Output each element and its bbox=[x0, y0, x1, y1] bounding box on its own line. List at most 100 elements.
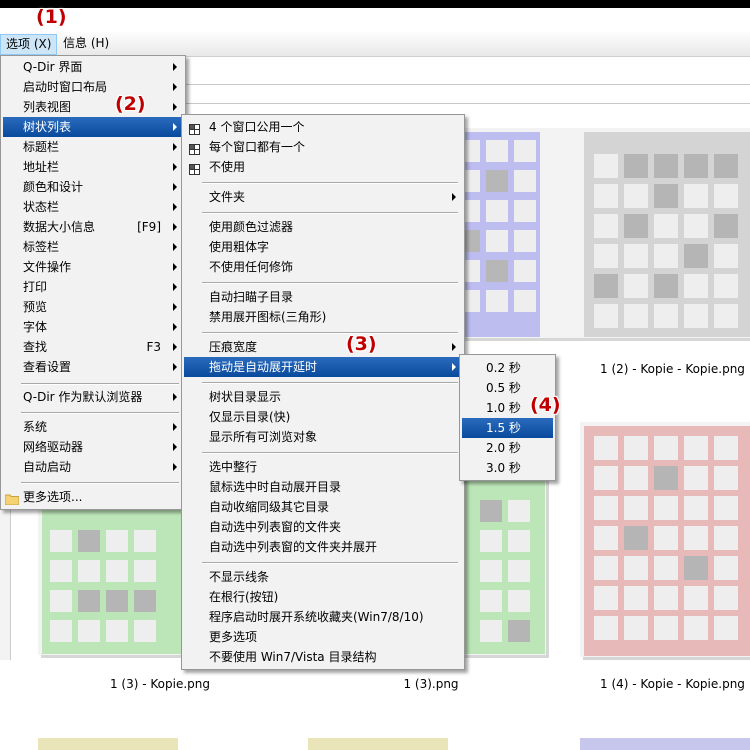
tree-menu-item-3[interactable]: 文件夹 bbox=[184, 187, 462, 207]
menu-item-label: 地址栏 bbox=[23, 160, 60, 174]
options-menu-item-14[interactable]: 查找 F3 bbox=[3, 337, 183, 357]
tree-menu-item-13[interactable]: 显示所有可浏览对象 bbox=[184, 427, 462, 447]
tree-menu-item-8[interactable]: 禁用展开图标(三角形) bbox=[184, 307, 462, 327]
menu-item-label: 程序启动时展开系统收藏夹(Win7/8/10) bbox=[209, 610, 424, 624]
tree-menu-item-20[interactable]: 在根行(按钮) bbox=[184, 587, 462, 607]
tree-menu-item-15[interactable]: 鼠标选中时自动展开目录 bbox=[184, 477, 462, 497]
folder-icon bbox=[4, 491, 20, 506]
menu-item-label: Q-Dir 界面 bbox=[23, 60, 83, 74]
annotation-2: (2) bbox=[115, 93, 146, 115]
submenu-arrow-icon bbox=[173, 63, 177, 71]
tree-menu-item-10[interactable]: 拖动是自动展开延时 bbox=[184, 357, 462, 377]
thumbnail-red[interactable] bbox=[580, 422, 750, 657]
menu-separator bbox=[202, 452, 458, 454]
tree-menu-item-1[interactable]: 每个窗口都有一个 bbox=[184, 137, 462, 157]
menu-item-label: 使用颜色过滤器 bbox=[209, 220, 294, 234]
menu-item-label: 标签栏 bbox=[23, 240, 60, 254]
tree-menu-item-7[interactable]: 自动扫瞄子目录 bbox=[184, 287, 462, 307]
shortcut-label: F3 bbox=[146, 340, 161, 354]
thumbnail-partial[interactable] bbox=[580, 738, 750, 750]
tree-menu-item-12[interactable]: 仅显示目录(快) bbox=[184, 407, 462, 427]
tree-menu-item-19[interactable]: 不显示线条 bbox=[184, 567, 462, 587]
options-menu-item-3[interactable]: 树状列表 bbox=[3, 117, 183, 137]
options-menu-item-12[interactable]: 预览 bbox=[3, 297, 183, 317]
file-caption: 1 (2) - Kopie - Kopie.png bbox=[600, 362, 745, 376]
options-menu-item-0[interactable]: Q-Dir 界面 bbox=[3, 57, 183, 77]
menu-item-label: 禁用展开图标(三角形) bbox=[209, 310, 327, 324]
tree-menu-item-14[interactable]: 选中整行 bbox=[184, 457, 462, 477]
grid-icon bbox=[189, 161, 200, 175]
tree-menu-item-0[interactable]: 4 个窗口公用一个 bbox=[184, 117, 462, 137]
options-menu-item-13[interactable]: 字体 bbox=[3, 317, 183, 337]
submenu-arrow-icon bbox=[173, 303, 177, 311]
options-menu-item-9[interactable]: 标签栏 bbox=[3, 237, 183, 257]
address-bar[interactable] bbox=[180, 84, 750, 104]
delay-menu-item-3[interactable]: 1.5 秒 bbox=[462, 418, 553, 438]
tree-menu-item-2[interactable]: 不使用 bbox=[184, 157, 462, 177]
submenu-arrow-icon bbox=[173, 143, 177, 151]
tree-menu-item-5[interactable]: 使用粗体字 bbox=[184, 237, 462, 257]
thumbnail-blue[interactable] bbox=[446, 128, 592, 338]
menu-item-label: 查看设置 bbox=[23, 360, 72, 374]
submenu-arrow-icon bbox=[452, 363, 456, 371]
menu-item-label: 自动选中列表窗的文件夹并展开 bbox=[209, 540, 378, 554]
options-menu-item-10[interactable]: 文件操作 bbox=[3, 257, 183, 277]
tree-menu-item-21[interactable]: 程序启动时展开系统收藏夹(Win7/8/10) bbox=[184, 607, 462, 627]
submenu-arrow-icon bbox=[173, 263, 177, 271]
options-menu-item-20[interactable]: 更多选项... bbox=[3, 487, 183, 507]
tree-menu-item-6[interactable]: 不使用任何修饰 bbox=[184, 257, 462, 277]
options-menu-item-6[interactable]: 颜色和设计 bbox=[3, 177, 183, 197]
tree-menu-item-17[interactable]: 自动选中列表窗的文件夹 bbox=[184, 517, 462, 537]
menu-item-label: 数据大小信息 bbox=[23, 220, 96, 234]
tree-menu-item-16[interactable]: 自动收缩同级其它目录 bbox=[184, 497, 462, 517]
menu-item-label: 预览 bbox=[23, 300, 48, 314]
options-menu-item-17[interactable]: 系统 bbox=[3, 417, 183, 437]
delay-menu-item-4[interactable]: 2.0 秒 bbox=[462, 438, 553, 458]
options-menu-item-19[interactable]: 自动启动 bbox=[3, 457, 183, 477]
tree-list-submenu: 4 个窗口公用一个 每个窗口都有一个不使用文件夹使用颜色过滤器使用粗体字 不使用任何… bbox=[181, 114, 465, 670]
menu-item-label: 不要使用 Win7/Vista 目录结构 bbox=[209, 650, 377, 664]
menu-item-label: 更多选项 bbox=[209, 630, 258, 644]
submenu-arrow-icon bbox=[173, 283, 177, 291]
delay-menu-item-0[interactable]: 0.2 秒 bbox=[462, 358, 553, 378]
options-menu-item-4[interactable]: 标题栏 bbox=[3, 137, 183, 157]
thumbnail-gray[interactable] bbox=[580, 128, 750, 338]
menu-item-label: 自动选中列表窗的文件夹 bbox=[209, 520, 342, 534]
submenu-arrow-icon bbox=[452, 193, 456, 201]
options-menu-item-16[interactable]: Q-Dir 作为默认浏览器 bbox=[3, 387, 183, 407]
submenu-arrow-icon bbox=[452, 343, 456, 351]
menu-options[interactable]: 选项 (X) bbox=[0, 34, 58, 55]
submenu-arrow-icon bbox=[173, 183, 177, 191]
delay-menu-item-5[interactable]: 3.0 秒 bbox=[462, 458, 553, 478]
tree-menu-item-11[interactable]: 树状目录显示 bbox=[184, 387, 462, 407]
options-menu-item-5[interactable]: 地址栏 bbox=[3, 157, 183, 177]
submenu-arrow-icon bbox=[173, 463, 177, 471]
options-menu-item-18[interactable]: 网络驱动器 bbox=[3, 437, 183, 457]
menu-item-label: 颜色和设计 bbox=[23, 180, 84, 194]
options-menu-item-2[interactable]: 列表视图 bbox=[3, 97, 183, 117]
thumbnail-partial[interactable] bbox=[308, 738, 448, 750]
thumbnail-image bbox=[584, 132, 750, 337]
options-menu-item-15[interactable]: 查看设置 bbox=[3, 357, 183, 377]
tree-menu-item-4[interactable]: 使用颜色过滤器 bbox=[184, 217, 462, 237]
options-menu-item-11[interactable]: 打印 bbox=[3, 277, 183, 297]
menu-item-label: 不使用 bbox=[209, 160, 246, 174]
options-menu-item-8[interactable]: 数据大小信息 [F9] bbox=[3, 217, 183, 237]
menu-item-label: 自动收缩同级其它目录 bbox=[209, 500, 330, 514]
menu-item-label: 网络驱动器 bbox=[23, 440, 84, 454]
menu-separator bbox=[202, 212, 458, 214]
menu-item-label: 列表视图 bbox=[23, 100, 72, 114]
grid-icon bbox=[189, 141, 200, 155]
tree-menu-item-18[interactable]: 自动选中列表窗的文件夹并展开 bbox=[184, 537, 462, 557]
tree-menu-item-9[interactable]: 压痕宽度 bbox=[184, 337, 462, 357]
menu-item-label: 仅显示目录(快) bbox=[209, 410, 291, 424]
tree-menu-item-22[interactable]: 更多选项 bbox=[184, 627, 462, 647]
submenu-arrow-icon bbox=[173, 363, 177, 371]
title-strip bbox=[0, 0, 750, 8]
thumbnail-partial[interactable] bbox=[38, 738, 178, 750]
menu-item-label: 选中整行 bbox=[209, 460, 258, 474]
menu-info[interactable]: 信息 (H) bbox=[58, 34, 114, 53]
options-menu-item-7[interactable]: 状态栏 bbox=[3, 197, 183, 217]
tree-menu-item-23[interactable]: 不要使用 Win7/Vista 目录结构 bbox=[184, 647, 462, 667]
options-menu-item-1[interactable]: 启动时窗口布局 bbox=[3, 77, 183, 97]
